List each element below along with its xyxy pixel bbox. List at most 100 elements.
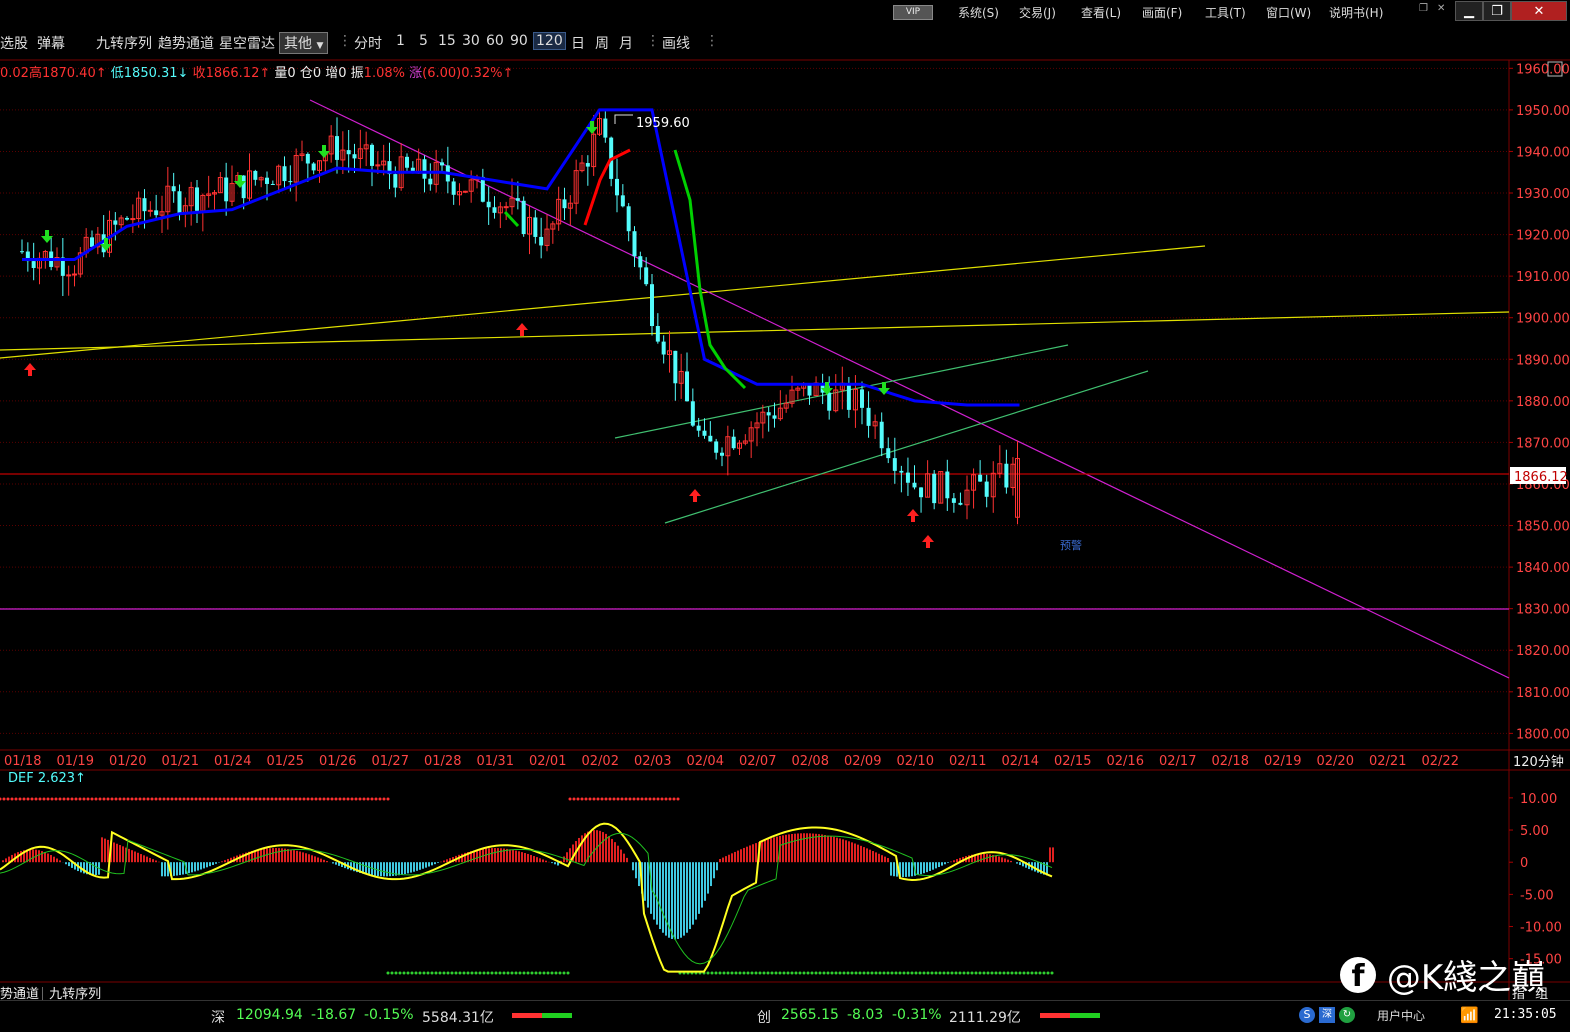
candle: [748, 421, 754, 458]
ind-bottom-strip: [954, 971, 958, 975]
ind-bottom-strip: [942, 971, 946, 975]
x-tick-label: 02/22: [1422, 754, 1459, 769]
ind-top-strip: [10, 797, 14, 801]
ind-bottom-strip: [798, 971, 802, 975]
ind-bottom-strip: [498, 971, 502, 975]
ind-bottom-strip: [546, 971, 550, 975]
candle-body: [177, 191, 182, 213]
candle: [335, 117, 339, 174]
ind-dea-line: [0, 832, 1053, 965]
candle-body: [905, 472, 910, 483]
candle: [690, 388, 695, 427]
candle-body: [860, 389, 864, 408]
candle-body: [690, 401, 695, 426]
cy-down-bar: [1070, 1013, 1100, 1018]
candle-body: [626, 206, 631, 232]
ind-top-strip: [210, 797, 214, 801]
candle-body: [714, 441, 719, 453]
candle-body: [899, 470, 904, 473]
candle: [603, 111, 608, 143]
ind-top-strip: [258, 797, 262, 801]
candle: [984, 474, 989, 508]
ind-bottom-strip: [494, 971, 498, 975]
x-tick-label: 02/16: [1107, 754, 1144, 769]
x-tick-label: 02/01: [529, 754, 566, 769]
ind-bottom-strip: [422, 971, 426, 975]
ind-bottom-strip: [706, 971, 710, 975]
ind-bottom-strip: [566, 971, 570, 975]
candle-body: [644, 267, 649, 285]
candle-body: [305, 153, 310, 164]
ind-bottom-strip: [802, 971, 806, 975]
user-center-link[interactable]: 用户中心: [1377, 1007, 1425, 1024]
ind-y-tick-label: 0: [1520, 856, 1528, 871]
candle-body: [405, 156, 409, 168]
trend-ma-line: [22, 108, 1020, 407]
ind-bottom-strip: [786, 971, 790, 975]
ind-bottom-strip: [1002, 971, 1006, 975]
candlestick-chart[interactable]: 1960.00 1950.00 1940.00 1930.00 1920.00 1910.…: [0, 0, 1570, 1000]
x-tick-label: 02/18: [1212, 754, 1249, 769]
candle: [807, 383, 812, 405]
candle-body: [224, 177, 229, 202]
candle: [1010, 457, 1016, 496]
ind-bottom-strip: [986, 971, 990, 975]
ind-top-strip: [90, 797, 94, 801]
ind-bottom-strip: [886, 971, 890, 975]
ind-bottom-strip: [386, 971, 390, 975]
ind-top-strip: [198, 797, 202, 801]
candle: [938, 471, 944, 504]
ind-bottom-strip: [534, 971, 538, 975]
ind-top-strip: [6, 797, 10, 801]
refresh-icon[interactable]: ↻: [1339, 1007, 1355, 1023]
ind-top-strip: [306, 797, 310, 801]
candle-body: [632, 231, 637, 257]
ind-bottom-strip: [506, 971, 510, 975]
ind-bottom-strip: [846, 971, 850, 975]
candle: [567, 195, 573, 226]
candle-body: [650, 284, 654, 327]
ind-top-strip: [170, 797, 174, 801]
candle-body: [125, 217, 129, 220]
candle: [305, 152, 310, 182]
ind-top-strip: [374, 797, 378, 801]
ind-top-strip: [664, 797, 668, 801]
ind-top-strip: [0, 797, 2, 801]
ind-bottom-strip: [538, 971, 542, 975]
ind-top-strip: [370, 797, 374, 801]
candle: [370, 143, 374, 187]
candle: [725, 425, 731, 476]
candle-body: [720, 452, 724, 456]
ind-top-strip: [250, 797, 254, 801]
ind-bottom-strip: [746, 971, 750, 975]
candle-body: [846, 383, 851, 410]
ind-top-strip: [206, 797, 210, 801]
ind-bottom-strip: [830, 971, 834, 975]
ind-bottom-strip: [778, 971, 782, 975]
shenzhen-icon[interactable]: 深: [1319, 1007, 1335, 1023]
ind-bottom-strip: [834, 971, 838, 975]
x-tick-label: 02/03: [634, 754, 671, 769]
ind-top-strip: [174, 797, 178, 801]
ind-top-strip: [644, 797, 648, 801]
y-tick-label: 1900.00: [1516, 312, 1570, 327]
y-tick-label: 1840.00: [1516, 561, 1570, 576]
ind-top-strip: [290, 797, 294, 801]
candle-body: [661, 341, 666, 355]
ind-top-strip: [278, 797, 282, 801]
ind-bottom-strip: [710, 971, 714, 975]
x-tick-label: 02/10: [897, 754, 934, 769]
ind-bottom-strip: [426, 971, 430, 975]
cy-index: 2565.15: [781, 1007, 839, 1023]
candle-body: [503, 206, 509, 209]
candle-body: [655, 326, 660, 342]
ind-top-strip: [98, 797, 102, 801]
candle: [445, 146, 450, 194]
shanghai-icon[interactable]: S: [1299, 1007, 1315, 1023]
candle: [492, 196, 497, 219]
ind-bottom-strip: [730, 971, 734, 975]
ind-bottom-strip: [966, 971, 970, 975]
ind-bottom-strip: [790, 971, 794, 975]
ind-top-strip: [330, 797, 334, 801]
ind-bottom-strip: [486, 971, 490, 975]
